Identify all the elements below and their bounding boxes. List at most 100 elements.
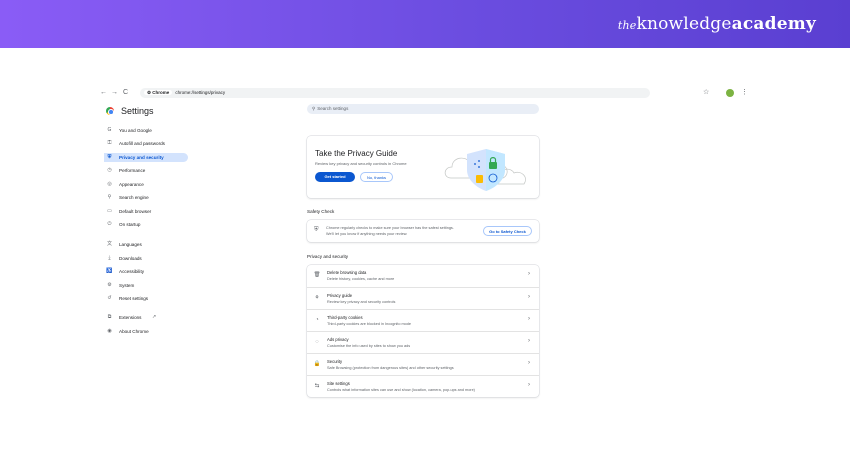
- safety-check-card: ⛨ Chrome regularly checks to make sure y…: [307, 220, 539, 242]
- back-icon[interactable]: ←: [100, 88, 107, 98]
- search-input[interactable]: ⚲ Search settings: [307, 104, 539, 114]
- sidebar-item-on-startup[interactable]: ⏻ On startup: [104, 220, 188, 229]
- row-description: Review key privacy and security controls: [327, 300, 396, 304]
- sidebar-item-label: Privacy and security: [119, 155, 164, 160]
- privacy-guide-card: Take the Privacy Guide Review key privac…: [307, 136, 539, 198]
- sidebar-item-accessibility[interactable]: ♿ Accessibility: [104, 267, 188, 276]
- settings-row-ads-privacy[interactable]: ◌ Ads privacy Customise the info used by s…: [307, 331, 539, 353]
- address-bar[interactable]: ⚙ Chrome chrome://settings/privacy: [140, 88, 650, 98]
- reload-icon[interactable]: C: [123, 88, 128, 98]
- chevron-right-icon: ›: [528, 294, 530, 300]
- settings-row-third-party-cookies[interactable]: ◔ Third-party cookies Third-party cookies …: [307, 309, 539, 331]
- sidebar-icon: ⏻: [107, 221, 112, 227]
- safety-check-heading: Safety Check: [307, 209, 335, 214]
- sidebar-item-search-engine[interactable]: ⚲ Search engine: [104, 193, 188, 202]
- sidebar-item-extensions[interactable]: ⧉ Extensions ↗: [104, 313, 188, 322]
- row-title: Site settings: [327, 381, 350, 386]
- row-title: Privacy guide: [327, 293, 353, 298]
- row-title: Delete browsing data: [327, 270, 367, 275]
- row-icon: 🗑: [313, 272, 321, 278]
- sidebar-item-label: On startup: [119, 222, 141, 227]
- shield-check-icon: ⛨: [314, 227, 319, 233]
- row-icon: ⚘: [314, 295, 320, 301]
- sidebar-item-label: Downloads: [119, 256, 142, 261]
- sidebar-icon: ◷: [107, 167, 112, 173]
- row-description: Delete history, cookies, cache and more: [327, 277, 395, 281]
- sidebar-icon: ⚿: [107, 140, 112, 146]
- chevron-right-icon: ›: [528, 271, 530, 277]
- safety-check-text: Chrome regularly checks to make sure you…: [326, 226, 454, 236]
- sidebar-item-autofill-and-passwords[interactable]: ⚿ Autofill and passwords: [104, 139, 188, 148]
- sidebar-item-label: Performance: [119, 168, 146, 173]
- row-description: Customise the info used by sites to show…: [327, 344, 411, 348]
- sidebar-icon: ◉: [107, 328, 112, 334]
- privacy-security-list: 🗑 Delete browsing data Delete history, coo…: [307, 265, 539, 397]
- no-thanks-button[interactable]: No, thanks: [360, 172, 393, 182]
- forward-icon[interactable]: →: [111, 88, 118, 98]
- sidebar-icon: ♿: [106, 268, 113, 274]
- sidebar-item-about-chrome[interactable]: ◉ About Chrome: [104, 327, 188, 336]
- sidebar-icon: ⛨: [107, 154, 112, 160]
- sidebar-icon: G: [107, 127, 112, 133]
- sidebar-item-label: Extensions: [119, 315, 142, 320]
- sidebar-item-languages[interactable]: 文 Languages: [104, 240, 188, 249]
- sidebar-icon: ⚲: [107, 194, 112, 200]
- sidebar-item-label: Search engine: [119, 195, 149, 200]
- settings-row-security[interactable]: 🔒 Security Safe Browsing (protection from …: [307, 353, 539, 375]
- row-title: Security: [327, 359, 343, 364]
- sidebar-item-default-browser[interactable]: ▭ Default browser: [104, 207, 188, 216]
- row-description: Third-party cookies are blocked in Incog…: [327, 322, 411, 326]
- sidebar-item-label: Appearance: [119, 182, 144, 187]
- site-chip[interactable]: ⚙ Chrome: [144, 90, 173, 95]
- sidebar-item-label: Languages: [119, 242, 142, 247]
- sidebar-item-downloads[interactable]: ⤓ Downloads: [104, 254, 188, 263]
- sidebar-item-performance[interactable]: ◷ Performance: [104, 166, 188, 175]
- sidebar-icon: ↺: [107, 295, 112, 301]
- menu-kebab-icon[interactable]: ⋮: [741, 88, 748, 98]
- sidebar-item-label: You and Google: [119, 128, 152, 133]
- sidebar-item-label: About Chrome: [119, 329, 149, 334]
- privacy-guide-description: Review key privacy and security controls…: [315, 161, 407, 166]
- sidebar-item-you-and-google[interactable]: G You and Google: [104, 126, 188, 135]
- chevron-right-icon: ›: [528, 360, 530, 366]
- sidebar-item-appearance[interactable]: ◎ Appearance: [104, 180, 188, 189]
- external-link-icon: ↗: [152, 314, 157, 320]
- bookmark-star-icon[interactable]: ☆: [703, 88, 709, 98]
- row-title: Ads privacy: [327, 337, 349, 342]
- browser-toolbar: ← → C ⚙ Chrome chrome://settings/privacy …: [100, 88, 750, 100]
- sidebar-item-system[interactable]: ⚙ System: [104, 281, 188, 290]
- top-banner: theknowledgeacademy: [0, 0, 850, 48]
- row-icon: 🔒: [313, 361, 321, 367]
- settings-row-delete-browsing-data[interactable]: 🗑 Delete browsing data Delete history, coo…: [307, 265, 539, 287]
- row-icon: ◔: [315, 317, 319, 323]
- privacy-guide-illustration: [444, 149, 526, 191]
- sidebar-item-label: Reset settings: [119, 296, 149, 301]
- go-to-safety-check-button[interactable]: Go to Safety Check: [483, 226, 532, 236]
- sidebar-item-reset-settings[interactable]: ↺ Reset settings: [104, 294, 188, 303]
- sidebar-item-privacy-and-security[interactable]: ⛨ Privacy and security: [104, 153, 188, 162]
- privacy-guide-title: Take the Privacy Guide: [315, 149, 398, 158]
- settings-row-site-settings[interactable]: ⇆ Site settings Controls what information …: [307, 375, 539, 397]
- get-started-button[interactable]: Get started: [315, 172, 355, 182]
- sidebar-item-label: Default browser: [119, 209, 152, 214]
- chevron-right-icon: ›: [528, 316, 530, 322]
- sidebar-icon: ◎: [107, 181, 112, 187]
- sidebar-icon: 文: [106, 241, 112, 247]
- chrome-logo-icon: [106, 107, 114, 115]
- sidebar-icon: ⚙: [107, 282, 112, 288]
- chevron-right-icon: ›: [528, 338, 530, 344]
- row-description: Controls what information sites can use …: [327, 388, 475, 392]
- brand-logo: theknowledgeacademy: [617, 14, 816, 34]
- row-description: Safe Browsing (protection from dangerous…: [327, 366, 454, 370]
- page-title: Settings: [121, 106, 154, 116]
- sidebar-icon: ⧉: [107, 314, 112, 320]
- sidebar-icon: ⤓: [108, 255, 111, 261]
- profile-avatar[interactable]: [726, 89, 734, 97]
- sidebar-item-label: Autofill and passwords: [119, 141, 165, 146]
- row-icon: ◌: [315, 339, 319, 345]
- sidebar-item-label: Accessibility: [119, 269, 145, 274]
- settings-row-privacy-guide[interactable]: ⚘ Privacy guide Review key privacy and sec…: [307, 287, 539, 309]
- url-text: chrome://settings/privacy: [175, 90, 226, 95]
- row-icon: ⇆: [314, 383, 320, 389]
- search-icon: ⚲: [312, 106, 316, 111]
